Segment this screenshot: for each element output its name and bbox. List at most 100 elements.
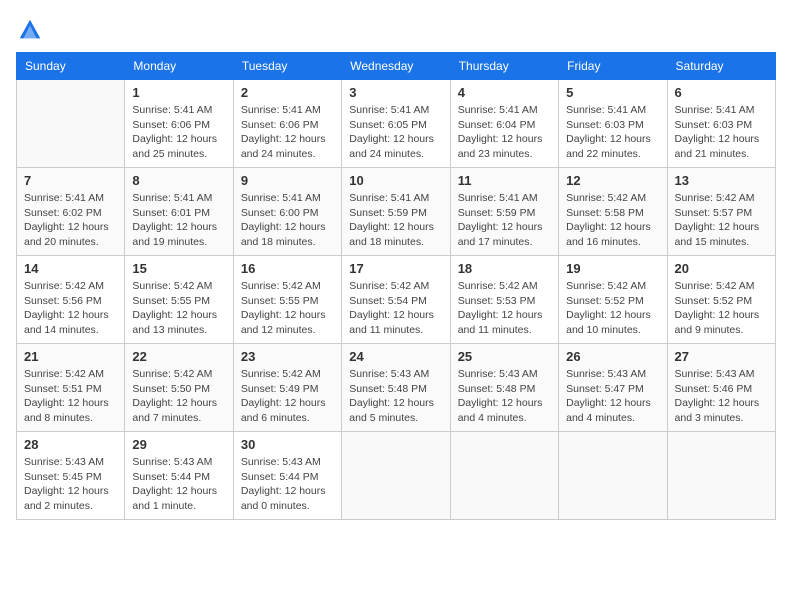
sunrise-label: Sunrise: 5:43 AM	[458, 368, 538, 380]
sunrise-label: Sunrise: 5:43 AM	[675, 368, 755, 380]
calendar-cell: 2Sunrise: 5:41 AMSunset: 6:06 PMDaylight…	[233, 80, 341, 168]
daylight-label: Daylight: 12 hours	[24, 485, 109, 497]
sunrise-label: Sunrise: 5:42 AM	[566, 192, 646, 204]
sunrise-label: Sunrise: 5:41 AM	[241, 104, 321, 116]
day-info: Sunrise: 5:43 AMSunset: 5:44 PMDaylight:…	[132, 455, 225, 514]
day-info: Sunrise: 5:42 AMSunset: 5:56 PMDaylight:…	[24, 279, 117, 338]
weekday-header-wednesday: Wednesday	[342, 53, 450, 80]
day-number: 21	[24, 349, 117, 364]
daylight-label: Daylight: 12 hours	[241, 133, 326, 145]
sunset-label: Sunset: 5:57 PM	[675, 207, 753, 219]
calendar-cell: 23 Sunrise: 5:42 AMSunset: 5:49 PMDayligh…	[233, 344, 341, 432]
weekday-header-thursday: Thursday	[450, 53, 558, 80]
sunset-label: Sunset: 5:53 PM	[458, 295, 536, 307]
sunrise-label: Sunrise: 5:41 AM	[458, 104, 538, 116]
weekday-header-row: SundayMondayTuesdayWednesdayThursdayFrid…	[17, 53, 776, 80]
daylight-cont-label: and 1 minute.	[132, 500, 196, 512]
daylight-cont-label: and 6 minutes.	[241, 412, 310, 424]
page-header	[16, 16, 776, 44]
sunset-label: Sunset: 5:44 PM	[132, 471, 210, 483]
sunset-label: Sunset: 5:54 PM	[349, 295, 427, 307]
sunset-label: Sunset: 5:50 PM	[132, 383, 210, 395]
calendar-cell: 11Sunrise: 5:41 AMSunset: 5:59 PMDayligh…	[450, 168, 558, 256]
sunrise-label: Sunrise: 5:42 AM	[132, 368, 212, 380]
sunrise-label: Sunrise: 5:42 AM	[458, 280, 538, 292]
sunset-label: Sunset: 6:03 PM	[675, 119, 753, 131]
sunrise-label: Sunrise: 5:41 AM	[132, 192, 212, 204]
sunset-label: Sunset: 5:55 PM	[132, 295, 210, 307]
calendar-cell: 15 Sunrise: 5:42 AM Sunset: 5:55 PM Dayligh…	[125, 256, 233, 344]
day-number: 22	[132, 349, 225, 364]
sunrise-label: Sunrise: 5:41 AM	[458, 192, 538, 204]
sunrise-label: Sunrise: 5:41 AM	[349, 192, 429, 204]
sunset-label: Sunset: 5:49 PM	[241, 383, 319, 395]
daylight-cont-label: and 17 minutes.	[458, 236, 533, 248]
day-info: Sunrise: 5:42 AMSunset: 5:53 PMDaylight:…	[458, 279, 551, 338]
calendar-cell: 28 Sunrise: 5:43 AMSunset: 5:45 PMDayligh…	[17, 432, 125, 520]
calendar-cell	[559, 432, 667, 520]
sunrise-label: Sunrise: 5:41 AM	[675, 104, 755, 116]
calendar-cell: 9Sunrise: 5:41 AMSunset: 6:00 PMDaylight…	[233, 168, 341, 256]
day-info: Sunrise: 5:41 AMSunset: 6:02 PMDaylight:…	[24, 191, 117, 250]
daylight-cont-label: and 16 minutes.	[566, 236, 641, 248]
daylight-cont-label: and 4 minutes.	[458, 412, 527, 424]
daylight-cont-label: and 14 minutes.	[24, 324, 99, 336]
day-number: 23	[241, 349, 334, 364]
day-number: 15	[132, 261, 225, 276]
daylight-label: Daylight: 12 hours	[132, 221, 217, 233]
daylight-cont-label: and 19 minutes.	[132, 236, 207, 248]
daylight-cont-label: and 7 minutes.	[132, 412, 201, 424]
daylight-label: Daylight: 12 hours	[675, 221, 760, 233]
day-number: 28	[24, 437, 117, 452]
day-info: Sunrise: 5:43 AMSunset: 5:48 PMDaylight:…	[458, 367, 551, 426]
day-info: Sunrise: 5:42 AMSunset: 5:54 PMDaylight:…	[349, 279, 442, 338]
sunrise-label: Sunrise: 5:42 AM	[566, 280, 646, 292]
daylight-label: Daylight: 12 hours	[566, 133, 651, 145]
weekday-header-tuesday: Tuesday	[233, 53, 341, 80]
daylight-label: Daylight: 12 hours	[675, 309, 760, 321]
daylight-label: Daylight: 12 hours	[241, 221, 326, 233]
sunrise-label: Sunrise: 5:42 AM	[675, 192, 755, 204]
calendar-cell	[450, 432, 558, 520]
sunset-label: Sunset: 5:55 PM	[241, 295, 319, 307]
week-row-1: 1Sunrise: 5:41 AMSunset: 6:06 PMDaylight…	[17, 80, 776, 168]
day-info: Sunrise: 5:42 AMSunset: 5:49 PMDaylight:…	[241, 367, 334, 426]
day-number: 14	[24, 261, 117, 276]
calendar-cell: 1Sunrise: 5:41 AMSunset: 6:06 PMDaylight…	[125, 80, 233, 168]
daylight-label: Daylight: 12 hours	[24, 397, 109, 409]
calendar-header: SundayMondayTuesdayWednesdayThursdayFrid…	[17, 53, 776, 80]
calendar-cell: 3Sunrise: 5:41 AMSunset: 6:05 PMDaylight…	[342, 80, 450, 168]
week-row-3: 14Sunrise: 5:42 AMSunset: 5:56 PMDayligh…	[17, 256, 776, 344]
day-number: 26	[566, 349, 659, 364]
calendar-cell	[667, 432, 775, 520]
calendar-cell: 24Sunrise: 5:43 AMSunset: 5:48 PMDayligh…	[342, 344, 450, 432]
day-number: 8	[132, 173, 225, 188]
sunset-label: Sunset: 5:58 PM	[566, 207, 644, 219]
calendar-cell: 14 Sunrise: 5:42 AMSunset: 5:56 PMDayligh…	[17, 256, 125, 344]
day-info: Sunrise: 5:41 AMSunset: 6:05 PMDaylight:…	[349, 103, 442, 162]
day-info: Sunrise: 5:42 AMSunset: 5:52 PMDaylight:…	[566, 279, 659, 338]
sunset-label: Sunset: 5:56 PM	[24, 295, 102, 307]
sunset-label: Sunset: 6:05 PM	[349, 119, 427, 131]
daylight-label: Daylight: 12 hours	[349, 397, 434, 409]
daylight-cont-label: and 10 minutes.	[566, 324, 641, 336]
day-number: 25	[458, 349, 551, 364]
calendar-cell	[342, 432, 450, 520]
calendar-cell: 10Sunrise: 5:41 AMSunset: 5:59 PMDayligh…	[342, 168, 450, 256]
daylight-label: Daylight: 12 hours	[675, 397, 760, 409]
sunrise-label: Sunrise: 5:43 AM	[349, 368, 429, 380]
daylight-label: Daylight: 12 hours	[241, 397, 326, 409]
daylight-label: Daylight: 12 hours	[132, 133, 217, 145]
weekday-header-friday: Friday	[559, 53, 667, 80]
sunrise-label: Sunrise: 5:42 AM	[132, 280, 212, 292]
daylight-label: Daylight: 12 hours	[458, 397, 543, 409]
sunrise-label: Sunrise: 5:41 AM	[566, 104, 646, 116]
day-number: 11	[458, 173, 551, 188]
day-number: 16	[241, 261, 334, 276]
day-info: Sunrise: 5:43 AMSunset: 5:45 PMDaylight:…	[24, 455, 117, 514]
day-number: 27	[675, 349, 768, 364]
calendar-body: 1Sunrise: 5:41 AMSunset: 6:06 PMDaylight…	[17, 80, 776, 520]
daylight-label: Daylight: 12 hours	[132, 309, 217, 321]
day-number: 30	[241, 437, 334, 452]
calendar-cell: 19Sunrise: 5:42 AMSunset: 5:52 PMDayligh…	[559, 256, 667, 344]
